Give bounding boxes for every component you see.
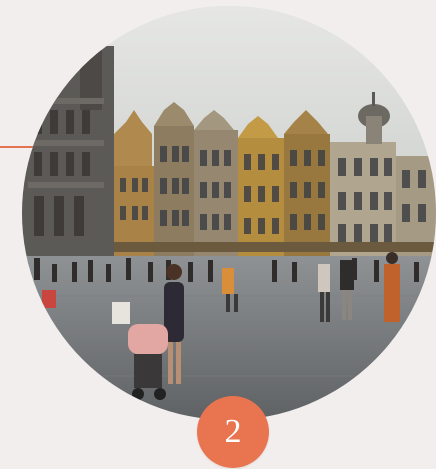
town-square-illustration xyxy=(22,6,436,420)
circular-photo xyxy=(22,6,436,420)
left-gothic-building xyxy=(22,42,114,266)
step-card: 2 xyxy=(0,0,436,469)
accent-line xyxy=(0,146,36,148)
step-number: 2 xyxy=(224,413,242,450)
step-number-badge: 2 xyxy=(197,396,269,468)
